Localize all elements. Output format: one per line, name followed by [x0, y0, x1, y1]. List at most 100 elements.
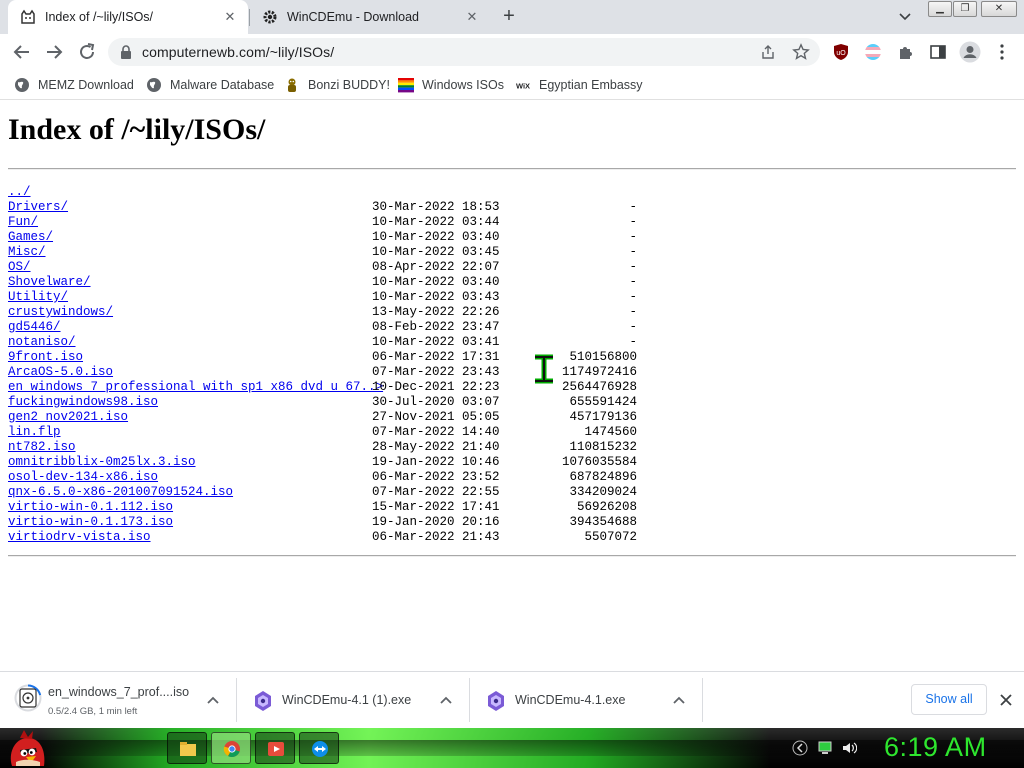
file-link[interactable]: 9front.iso [8, 350, 83, 365]
chevron-up-icon[interactable] [206, 694, 220, 706]
side-panel-icon[interactable] [929, 43, 947, 61]
file-link[interactable]: osol-dev-134-x86.iso [8, 470, 158, 485]
window-maximize-button[interactable]: ❐ [953, 1, 977, 17]
tab-index-of-isos[interactable]: Index of /~lily/ISOs/ ✕ [8, 0, 248, 34]
file-link[interactable]: virtiodrv-vista.iso [8, 530, 151, 545]
page-content: Index of /~lily/ISOs/ ../Drivers/30-Mar-… [0, 101, 1024, 671]
download-item[interactable]: WinCDEmu-4.1 (1).exe [237, 672, 469, 729]
file-link[interactable]: gd5446/ [8, 320, 61, 335]
kebab-menu-icon[interactable] [994, 43, 1010, 61]
file-link[interactable]: en_windows_7_professional_with_sp1_x86_d… [8, 380, 383, 395]
file-size: 457179136 [569, 410, 637, 424]
volume-icon[interactable] [841, 740, 857, 756]
bookmark-egyptian-embassy[interactable]: WiX Egyptian Embassy [515, 75, 643, 95]
file-link[interactable]: crustywindows/ [8, 305, 113, 320]
rainbow-flag-icon [398, 78, 414, 93]
browser-toolbar: computernewb.com/~lily/ISOs/ uO [0, 34, 1024, 70]
window-minimize-button[interactable]: ▁ [928, 1, 952, 17]
file-link[interactable]: lin.flp [8, 425, 61, 440]
file-link[interactable]: Drivers/ [8, 200, 68, 215]
download-item[interactable]: en_windows_7_prof....iso 0.5/2.4 GB, 1 m… [0, 672, 236, 729]
url-text[interactable]: computernewb.com/~lily/ISOs/ [142, 44, 334, 60]
svg-text:uO: uO [836, 50, 846, 57]
listing-row: Utility/10-Mar-2022 03:43 - [8, 290, 648, 305]
globe-icon [147, 78, 161, 92]
taskbar-file-explorer[interactable] [167, 732, 207, 764]
file-size: 510156800 [569, 350, 637, 364]
bookmark-malware-database[interactable]: Malware Database [146, 75, 274, 95]
file-size: 56926208 [576, 500, 637, 514]
show-all-button[interactable]: Show all [911, 684, 987, 715]
file-size: 655591424 [569, 395, 637, 409]
file-link[interactable]: Games/ [8, 230, 53, 245]
share-icon[interactable] [760, 44, 776, 60]
taskbar-chrome[interactable] [211, 732, 251, 764]
file-date: 27-Nov-2021 05:05 [372, 410, 500, 424]
chevron-up-icon[interactable] [672, 694, 686, 706]
file-link[interactable]: nt782.iso [8, 440, 76, 455]
ublock-origin-extension-icon[interactable]: uO [832, 43, 850, 61]
tray-overflow-icon[interactable] [792, 740, 808, 756]
bookmark-memz-download[interactable]: MEMZ Download [14, 75, 134, 95]
listing-row: fuckingwindows98.iso 30-Jul-2020 03:07 655… [8, 395, 648, 410]
file-size: - [629, 320, 637, 334]
taskbar-media-player[interactable] [255, 732, 295, 764]
tab-wincdemu-download[interactable]: WinCDEmu - Download ✕ [250, 0, 490, 34]
file-link[interactable]: virtio-win-0.1.173.iso [8, 515, 173, 530]
file-date: 10-Dec-2021 22:23 [372, 380, 500, 394]
file-link[interactable]: ../ [8, 185, 31, 200]
file-date: 10-Mar-2022 03:40 [372, 275, 500, 289]
angry-bird-start-icon[interactable] [6, 728, 48, 768]
file-size: - [629, 230, 637, 244]
taskbar-teamviewer[interactable] [299, 732, 339, 764]
file-link[interactable]: Utility/ [8, 290, 68, 305]
listing-row: Shovelware/10-Mar-2022 03:40 - [8, 275, 648, 290]
file-link[interactable]: qnx-6.5.0-x86-201007091524.iso [8, 485, 233, 500]
file-link[interactable]: virtio-win-0.1.112.iso [8, 500, 173, 515]
tab-close-icon[interactable]: ✕ [464, 9, 480, 25]
bookmark-windows-isos[interactable]: Windows ISOs [398, 75, 504, 95]
lock-icon[interactable] [120, 45, 132, 59]
download-status: 0.5/2.4 GB, 1 min left [48, 706, 138, 717]
close-icon[interactable] [998, 692, 1014, 708]
profile-avatar-icon[interactable] [959, 41, 981, 63]
listing-row: omnitribblix-0m25lx.3.iso 19-Jan-2022 10:… [8, 455, 648, 470]
extensions-puzzle-icon[interactable] [897, 43, 915, 61]
bookmark-bonzi-buddy[interactable]: Bonzi BUDDY! [284, 75, 390, 95]
file-link[interactable]: Misc/ [8, 245, 46, 260]
download-item[interactable]: WinCDEmu-4.1.exe [470, 672, 702, 729]
window-close-button[interactable]: ✕ [981, 1, 1017, 17]
reload-icon[interactable] [75, 40, 99, 64]
clock[interactable]: 6:19 AM [884, 732, 987, 763]
file-date: 08-Apr-2022 22:07 [372, 260, 500, 274]
file-size: 687824896 [569, 470, 637, 484]
network-icon[interactable] [817, 740, 833, 756]
divider [702, 678, 703, 722]
file-link[interactable]: omnitribblix-0m25lx.3.iso [8, 455, 196, 470]
download-filename: en_windows_7_prof....iso [48, 685, 190, 699]
bookmark-star-icon[interactable] [792, 43, 810, 61]
file-size: - [629, 335, 637, 349]
listing-row: gen2_nov2021.iso 27-Nov-2021 05:05 4571791… [8, 410, 648, 425]
listing-row: crustywindows/13-May-2022 22:26 - [8, 305, 648, 320]
forward-arrow-icon[interactable] [42, 40, 66, 64]
file-link[interactable]: Shovelware/ [8, 275, 91, 290]
file-link[interactable]: fuckingwindows98.iso [8, 395, 158, 410]
download-filename: WinCDEmu-4.1.exe [515, 693, 626, 707]
teamviewer-icon [312, 741, 328, 757]
file-link[interactable]: OS/ [8, 260, 31, 275]
tab-close-icon[interactable]: ✕ [222, 9, 238, 25]
new-tab-button[interactable]: + [498, 6, 520, 28]
address-bar[interactable]: computernewb.com/~lily/ISOs/ [108, 38, 820, 66]
chevron-up-icon[interactable] [439, 694, 453, 706]
file-link[interactable]: notaniso/ [8, 335, 76, 350]
file-link[interactable]: gen2_nov2021.iso [8, 410, 128, 425]
listing-row: virtiodrv-vista.iso 06-Mar-2022 21:43 5507… [8, 530, 648, 545]
file-link[interactable]: Fun/ [8, 215, 38, 230]
trans-flag-extension-icon[interactable] [864, 43, 882, 61]
back-arrow-icon[interactable] [10, 40, 34, 64]
bookmark-label: Malware Database [170, 78, 275, 92]
file-link[interactable]: ArcaOS-5.0.iso [8, 365, 113, 380]
tab-search-chevron-icon[interactable] [896, 9, 914, 25]
file-date: 13-May-2022 22:26 [372, 305, 500, 319]
